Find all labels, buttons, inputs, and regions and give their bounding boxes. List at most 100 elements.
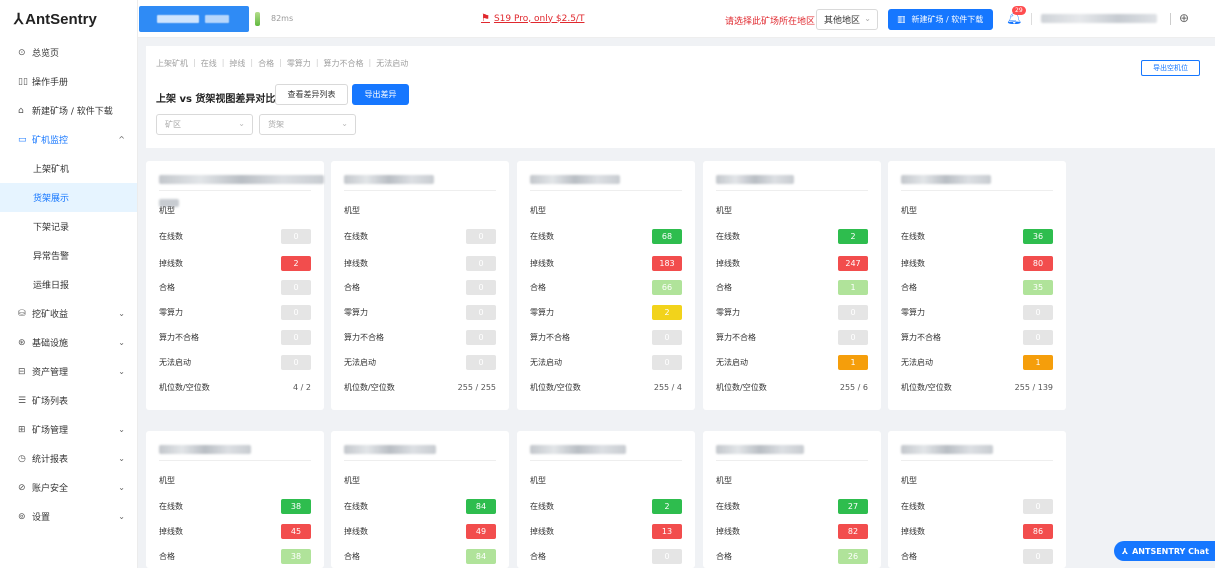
zero-hash-count[interactable]: 0 bbox=[466, 305, 496, 320]
sidebar-subitem-alerts[interactable]: 异常告警 bbox=[0, 241, 137, 270]
app-logo[interactable]: ⅄ AntSentry bbox=[0, 0, 137, 38]
cannot-start-count[interactable]: 0 bbox=[466, 355, 496, 370]
tab-zero-hashrate[interactable]: 零算力 bbox=[287, 58, 311, 69]
infrastructure-icon: ⊛ bbox=[18, 337, 26, 348]
qualified-count[interactable]: 66 bbox=[652, 280, 682, 295]
online-count[interactable]: 36 bbox=[1023, 229, 1053, 244]
qualified-count[interactable]: 38 bbox=[281, 549, 311, 564]
region-select[interactable]: 其他地区 ⌄ bbox=[816, 9, 878, 30]
sidebar-subitem-removal-records[interactable]: 下架记录 bbox=[0, 212, 137, 241]
tab-cannot-start[interactable]: 无法启动 bbox=[376, 58, 408, 69]
model-row: 机型 bbox=[530, 473, 682, 488]
zero-hash-count[interactable]: 0 bbox=[281, 305, 311, 320]
sidebar-item-manual[interactable]: ▯▯ 操作手册 bbox=[0, 67, 137, 96]
farm-area-select[interactable]: 矿区 ⌄ bbox=[156, 114, 253, 135]
sidebar-item-settings[interactable]: ⊚ 设置 ⌄ bbox=[0, 502, 137, 531]
sidebar-item-overview[interactable]: ⊙ 总览页 bbox=[0, 38, 137, 67]
zero-hash-count[interactable]: 2 bbox=[652, 305, 682, 320]
rack-card[interactable]: 机型 在线数 36 掉线数 80 合格 35 零算力 0 算力不合格 0 无法启动 1 机位… bbox=[888, 161, 1066, 410]
online-count[interactable]: 27 bbox=[838, 499, 868, 514]
redacted-account-name[interactable] bbox=[1041, 14, 1157, 23]
sidebar-item-assets[interactable]: ⊟ 资产管理 ⌄ bbox=[0, 357, 137, 386]
sidebar-item-farm-management[interactable]: ⊞ 矿场管理 ⌄ bbox=[0, 415, 137, 444]
cannot-start-count[interactable]: 1 bbox=[838, 355, 868, 370]
tab-hashrate-unqualified[interactable]: 算力不合格 bbox=[324, 58, 364, 69]
sidebar-item-mining-revenue[interactable]: ⛁ 挖矿收益 ⌄ bbox=[0, 299, 137, 328]
offline-count[interactable]: 49 bbox=[466, 524, 496, 539]
current-farm-selector[interactable] bbox=[139, 6, 249, 32]
slots-value: 255 / 139 bbox=[1014, 383, 1053, 392]
offline-count[interactable]: 247 bbox=[838, 256, 868, 271]
chevron-down-icon: ⌄ bbox=[118, 338, 125, 347]
offline-count[interactable]: 0 bbox=[466, 256, 496, 271]
sidebar-item-miner-monitor[interactable]: ▭ 矿机监控 ^ bbox=[0, 125, 137, 154]
rack-card[interactable]: 机型 在线数 2 掉线数 13 合格 0 bbox=[517, 431, 695, 568]
offline-count[interactable]: 2 bbox=[281, 256, 311, 271]
rack-select[interactable]: 货架 ⌄ bbox=[259, 114, 356, 135]
qualified-label: 合格 bbox=[159, 283, 175, 292]
offline-count[interactable]: 45 bbox=[281, 524, 311, 539]
rack-card[interactable]: 机型 在线数 0 掉线数 86 合格 0 bbox=[888, 431, 1066, 568]
rack-card[interactable]: 机型 在线数 2 掉线数 247 合格 1 零算力 0 算力不合格 0 无法启动 1 机位数… bbox=[703, 161, 881, 410]
qualified-label: 合格 bbox=[344, 552, 360, 561]
offline-count[interactable]: 80 bbox=[1023, 256, 1053, 271]
sidebar-item-account-security[interactable]: ⊘ 账户安全 ⌄ bbox=[0, 473, 137, 502]
rack-card[interactable]: 机型 在线数 38 掉线数 45 合格 38 bbox=[146, 431, 324, 568]
online-count[interactable]: 0 bbox=[466, 229, 496, 244]
qualified-count[interactable]: 84 bbox=[466, 549, 496, 564]
online-count[interactable]: 84 bbox=[466, 499, 496, 514]
sidebar-item-new-farm[interactable]: ⌂ 新建矿场 / 软件下载 bbox=[0, 96, 137, 125]
hash-unqualified-count[interactable]: 0 bbox=[838, 330, 868, 345]
hash-unqualified-count[interactable]: 0 bbox=[466, 330, 496, 345]
qualified-count[interactable]: 35 bbox=[1023, 280, 1053, 295]
rack-card[interactable]: 机型 在线数 27 掉线数 82 合格 26 bbox=[703, 431, 881, 568]
sidebar-item-infrastructure[interactable]: ⊛ 基础设施 ⌄ bbox=[0, 328, 137, 357]
sidebar-item-label: 资产管理 bbox=[32, 368, 69, 378]
online-count[interactable]: 2 bbox=[838, 229, 868, 244]
sidebar-subitem-racked-miners[interactable]: 上架矿机 bbox=[0, 154, 137, 183]
promo-link[interactable]: ⚑ S19 Pro, only $2.5/T bbox=[481, 13, 584, 24]
sidebar-subitem-daily-report[interactable]: 运维日报 bbox=[0, 270, 137, 299]
cannot-start-count[interactable]: 1 bbox=[1023, 355, 1053, 370]
globe-icon[interactable]: ⊕ bbox=[1179, 11, 1189, 25]
tab-online[interactable]: 在线 bbox=[201, 58, 217, 69]
offline-count[interactable]: 183 bbox=[652, 256, 682, 271]
sidebar-item-reports[interactable]: ◷ 统计报表 ⌄ bbox=[0, 444, 137, 473]
tab-offline[interactable]: 掉线 bbox=[229, 58, 245, 69]
sidebar-item-farm-list[interactable]: ☰ 矿场列表 bbox=[0, 386, 137, 415]
rack-card[interactable]: 机型 在线数 84 掉线数 49 合格 84 bbox=[331, 431, 509, 568]
cannot-start-count[interactable]: 0 bbox=[281, 355, 311, 370]
online-count[interactable]: 0 bbox=[281, 229, 311, 244]
zero-hash-count[interactable]: 0 bbox=[838, 305, 868, 320]
tab-racked[interactable]: 上架矿机 bbox=[156, 58, 188, 69]
qualified-count[interactable]: 0 bbox=[281, 280, 311, 295]
cannot-start-count[interactable]: 0 bbox=[652, 355, 682, 370]
online-count[interactable]: 38 bbox=[281, 499, 311, 514]
hash-unqualified-count[interactable]: 0 bbox=[281, 330, 311, 345]
qualified-count[interactable]: 0 bbox=[1023, 549, 1053, 564]
sidebar-subitem-rack-view[interactable]: 货架展示 bbox=[0, 183, 137, 212]
qualified-count[interactable]: 1 bbox=[838, 280, 868, 295]
export-empty-slots-button[interactable]: 导出空机位 bbox=[1141, 60, 1200, 76]
export-diff-button[interactable]: 导出差异 bbox=[352, 84, 409, 105]
zero-hash-count[interactable]: 0 bbox=[1023, 305, 1053, 320]
rack-card[interactable]: 机型 在线数 68 掉线数 183 合格 66 零算力 2 算力不合格 0 无法启动 0 机… bbox=[517, 161, 695, 410]
view-diff-list-button[interactable]: 查看差异列表 bbox=[275, 84, 348, 105]
bell-icon[interactable]: 🔔︎ 29 bbox=[1006, 6, 1026, 26]
rack-card[interactable]: 机型 在线数 0 掉线数 2 合格 0 零算力 0 算力不合格 0 无法启动 0 机位数/空… bbox=[146, 161, 324, 410]
qualified-count[interactable]: 26 bbox=[838, 549, 868, 564]
online-count[interactable]: 68 bbox=[652, 229, 682, 244]
hash-unqualified-count[interactable]: 0 bbox=[652, 330, 682, 345]
qualified-count[interactable]: 0 bbox=[652, 549, 682, 564]
new-farm-download-button[interactable]: ▥ 新建矿场 / 软件下载 bbox=[888, 9, 993, 30]
offline-count[interactable]: 82 bbox=[838, 524, 868, 539]
online-count[interactable]: 0 bbox=[1023, 499, 1053, 514]
tab-qualified[interactable]: 合格 bbox=[258, 58, 274, 69]
offline-count[interactable]: 86 bbox=[1023, 524, 1053, 539]
hash-unqualified-count[interactable]: 0 bbox=[1023, 330, 1053, 345]
antsentry-chat-button[interactable]: ⅄ ANTSENTRY Chat bbox=[1114, 541, 1215, 561]
rack-card[interactable]: 机型 在线数 0 掉线数 0 合格 0 零算力 0 算力不合格 0 无法启动 0 机位数/空… bbox=[331, 161, 509, 410]
online-count[interactable]: 2 bbox=[652, 499, 682, 514]
offline-count[interactable]: 13 bbox=[652, 524, 682, 539]
qualified-count[interactable]: 0 bbox=[466, 280, 496, 295]
